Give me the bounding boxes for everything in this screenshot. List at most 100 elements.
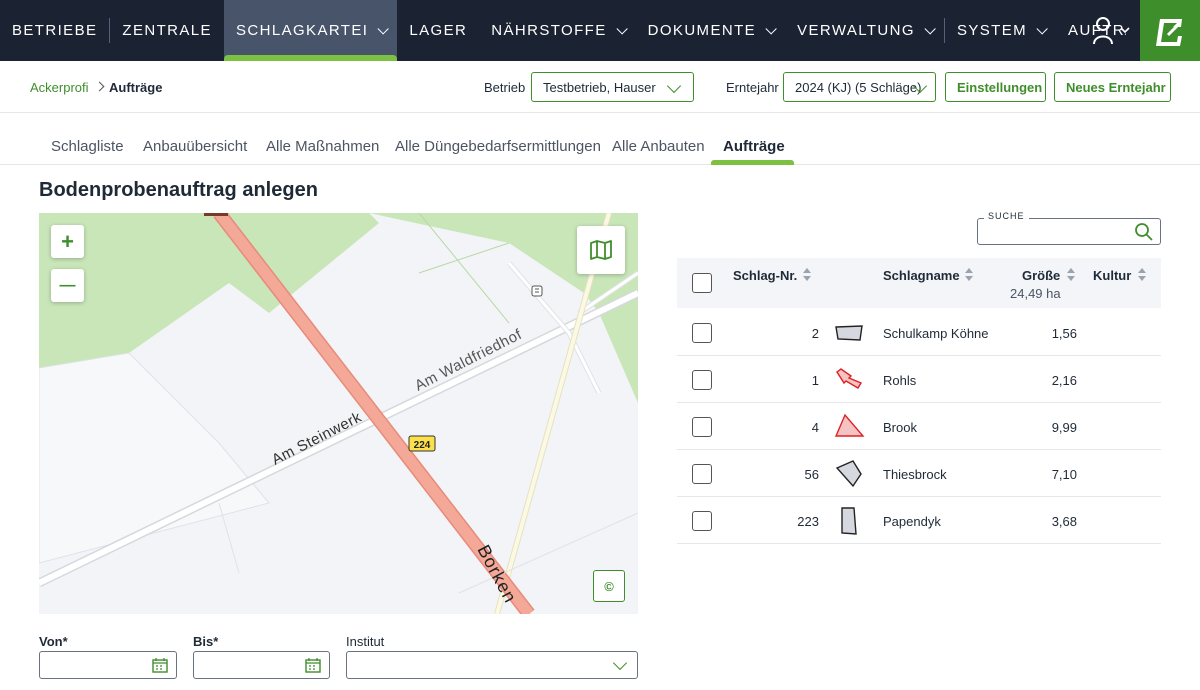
sort-icon[interactable] bbox=[1138, 268, 1146, 281]
betrieb-select[interactable]: Testbetrieb, Hauser bbox=[531, 72, 694, 102]
table-row[interactable]: 2 Schulkamp Köhne 1,56 bbox=[677, 309, 1161, 356]
map-layers-icon bbox=[590, 240, 612, 260]
row-checkbox[interactable] bbox=[692, 511, 712, 531]
chevron-right-icon bbox=[94, 81, 105, 92]
sort-icon[interactable] bbox=[965, 268, 973, 281]
row-name: Thiesbrock bbox=[883, 467, 947, 482]
map-canvas[interactable]: 224 Am Steinwerk Am Waldfriedhof Borken bbox=[39, 213, 638, 614]
zoom-in-button[interactable]: + bbox=[51, 225, 84, 258]
sort-icon[interactable] bbox=[803, 268, 811, 281]
table-row[interactable]: 223 Papendyk 3,68 bbox=[677, 497, 1161, 544]
table-row[interactable]: 56 Thiesbrock 7,10 bbox=[677, 450, 1161, 497]
user-menu[interactable] bbox=[1090, 14, 1136, 48]
nav-label: DOKUMENTE bbox=[647, 22, 757, 39]
plus-icon: + bbox=[61, 228, 74, 254]
nav-label: NÄHRSTOFFE bbox=[491, 22, 607, 39]
nav-item-schlagkartei[interactable]: SCHLAGKARTEI bbox=[223, 0, 398, 61]
column-header-size[interactable]: Größe bbox=[1022, 268, 1060, 283]
bis-label: Bis* bbox=[193, 634, 219, 649]
nav-item-lager[interactable]: LAGER bbox=[397, 0, 479, 61]
tab-duengebedarf[interactable]: Alle Düngebedarfsermittlungen bbox=[395, 138, 601, 155]
erntejahr-select[interactable]: 2024 (KJ) (5 Schläge) bbox=[783, 72, 936, 102]
row-nr: 2 bbox=[811, 326, 819, 341]
tab-bar: Schlagliste Anbauübersicht Alle Maßnahme… bbox=[0, 113, 1200, 165]
tab-alle-anbauten[interactable]: Alle Anbauten bbox=[612, 138, 705, 155]
column-header-crop[interactable]: Kultur bbox=[1093, 268, 1131, 283]
chevron-down-icon bbox=[765, 22, 777, 35]
chevron-down-icon bbox=[612, 655, 628, 671]
nav-item-verwaltung[interactable]: VERWALTUNG bbox=[785, 0, 944, 61]
row-checkbox[interactable] bbox=[692, 464, 712, 484]
chevron-down-icon bbox=[616, 22, 628, 35]
row-checkbox[interactable] bbox=[692, 323, 712, 343]
row-name: Papendyk bbox=[883, 514, 941, 529]
logo-icon bbox=[1156, 18, 1182, 46]
new-year-button[interactable]: Neues Erntejahr bbox=[1054, 72, 1171, 102]
nav-item-system[interactable]: SYSTEM bbox=[945, 0, 1056, 61]
nav-item-dokumente[interactable]: DOKUMENTE bbox=[636, 0, 785, 61]
tab-schlagliste[interactable]: Schlagliste bbox=[51, 138, 124, 155]
size-total: 24,49 ha bbox=[1010, 286, 1061, 301]
column-header-nr[interactable]: Schlag-Nr. bbox=[733, 268, 797, 283]
row-nr: 1 bbox=[811, 373, 819, 388]
select-all-checkbox[interactable] bbox=[692, 273, 712, 293]
row-size: 2,16 bbox=[1051, 373, 1077, 388]
calendar-icon[interactable] bbox=[152, 658, 168, 673]
nav-label: LAGER bbox=[409, 22, 468, 39]
row-nr: 4 bbox=[811, 420, 819, 435]
nav-label: BETRIEBE bbox=[12, 22, 98, 39]
sort-icon[interactable] bbox=[1067, 268, 1075, 281]
table-row[interactable]: 4 Brook 9,99 bbox=[677, 403, 1161, 450]
search-icon[interactable] bbox=[1134, 222, 1154, 242]
table-row[interactable]: 1 Rohls 2,16 bbox=[677, 356, 1161, 403]
nav-label: VERWALTUNG bbox=[797, 22, 915, 39]
institut-select[interactable] bbox=[346, 651, 638, 679]
row-nr: 223 bbox=[797, 514, 819, 529]
app-logo[interactable] bbox=[1140, 0, 1200, 61]
chevron-down-icon bbox=[377, 22, 390, 35]
erntejahr-label: Erntejahr bbox=[726, 80, 779, 95]
road-number-label: 224 bbox=[414, 440, 431, 451]
zoom-out-button[interactable]: — bbox=[51, 269, 84, 302]
tab-alle-massnahmen[interactable]: Alle Maßnahmen bbox=[266, 138, 379, 155]
nav-label: ZENTRALE bbox=[122, 22, 212, 39]
tab-anbauuebersicht[interactable]: Anbauübersicht bbox=[143, 138, 247, 155]
calendar-icon[interactable] bbox=[305, 658, 321, 673]
road-number-badge: 224 bbox=[408, 435, 436, 452]
von-label: Von* bbox=[39, 634, 68, 649]
map-poi-icon bbox=[531, 285, 543, 297]
search-input[interactable] bbox=[977, 218, 1161, 245]
erntejahr-value: 2024 (KJ) (5 Schläge) bbox=[795, 80, 922, 95]
tab-auftraege[interactable]: Aufträge bbox=[723, 138, 785, 155]
nav-label: SCHLAGKARTEI bbox=[235, 22, 369, 39]
row-checkbox[interactable] bbox=[692, 370, 712, 390]
table-header: Schlag-Nr. Schlagname Größe 24,49 ha Kul… bbox=[677, 258, 1161, 308]
minus-icon: — bbox=[59, 276, 76, 294]
layer-switch-button[interactable] bbox=[577, 226, 625, 274]
nav-item-zentrale[interactable]: ZENTRALE bbox=[110, 0, 224, 61]
active-tab-indicator bbox=[711, 160, 794, 165]
row-size: 7,10 bbox=[1051, 467, 1077, 482]
attribution-button[interactable]: © bbox=[593, 570, 625, 602]
betrieb-value: Testbetrieb, Hauser bbox=[543, 80, 656, 95]
user-icon bbox=[1093, 17, 1130, 45]
nav-item-naehrstoffe[interactable]: NÄHRSTOFFE bbox=[479, 0, 635, 61]
von-date-input[interactable] bbox=[39, 651, 177, 679]
breadcrumb-parent[interactable]: Ackerprofi bbox=[30, 80, 89, 95]
row-size: 1,56 bbox=[1051, 326, 1077, 341]
row-checkbox[interactable] bbox=[692, 417, 712, 437]
page-title: Bodenprobenauftrag anlegen bbox=[39, 179, 318, 201]
map-view[interactable]: 224 Am Steinwerk Am Waldfriedhof Borken … bbox=[39, 213, 638, 614]
betrieb-label: Betrieb bbox=[484, 80, 526, 95]
bis-date-input[interactable] bbox=[193, 651, 330, 679]
row-name: Rohls bbox=[883, 373, 917, 388]
row-name: Brook bbox=[883, 420, 917, 435]
copyright-icon: © bbox=[604, 578, 614, 594]
sub-header: Ackerprofi Aufträge Betrieb Testbetrieb,… bbox=[0, 61, 1200, 113]
settings-button[interactable]: Einstellungen bbox=[945, 72, 1046, 102]
field-shape-icon bbox=[836, 368, 863, 389]
row-size: 9,99 bbox=[1051, 420, 1077, 435]
nav-item-betriebe[interactable]: BETRIEBE bbox=[0, 0, 109, 61]
top-navigation: BETRIEBE ZENTRALE SCHLAGKARTEI LAGER NÄH… bbox=[0, 0, 1200, 61]
column-header-name[interactable]: Schlagname bbox=[883, 268, 960, 283]
